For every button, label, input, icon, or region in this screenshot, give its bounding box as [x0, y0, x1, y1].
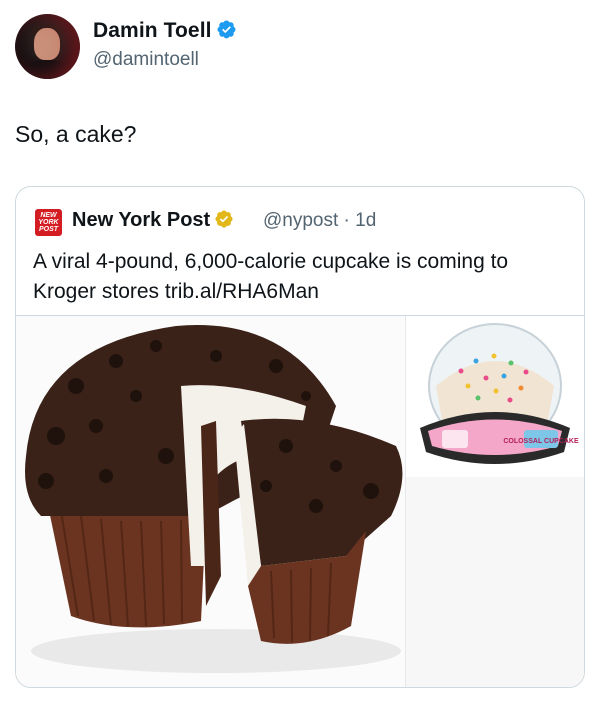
quoted-tweet-text: A viral 4-pound, 6,000-calorie cupcake i… [33, 250, 509, 303]
author-name-text[interactable]: Damin Toell [93, 19, 212, 42]
funfetti-cupcake-package-photo[interactable]: COLOSSAL CUPCAKE [406, 316, 584, 478]
quoted-author-name[interactable]: New York Post [72, 209, 234, 232]
avatar-glow [15, 14, 80, 79]
verified-badge-icon [217, 20, 236, 39]
media-blank-area [406, 477, 584, 687]
author-avatar[interactable] [15, 14, 80, 79]
giant-chocolate-cupcake-photo[interactable] [16, 316, 406, 687]
quoted-tweet-card[interactable]: NEW YORK POST New York Post @nypost · 1d… [15, 186, 585, 688]
nypost-logo-icon: NEW YORK POST [35, 209, 62, 236]
author-handle[interactable]: @damintoell [93, 49, 199, 71]
author-name[interactable]: Damin Toell [93, 19, 237, 43]
package-illustration: COLOSSAL CUPCAKE [420, 323, 579, 464]
nypost-logo-text: NEW YORK POST [38, 212, 59, 233]
quoted-author-name-text[interactable]: New York Post [72, 209, 210, 231]
cupcake-illustration [25, 325, 403, 673]
gold-verified-badge-icon [215, 210, 233, 228]
package-label-text: COLOSSAL CUPCAKE [503, 438, 579, 445]
tweet-text: So, a cake? [15, 121, 137, 147]
quoted-handle-time[interactable]: @nypost · 1d [263, 210, 376, 232]
